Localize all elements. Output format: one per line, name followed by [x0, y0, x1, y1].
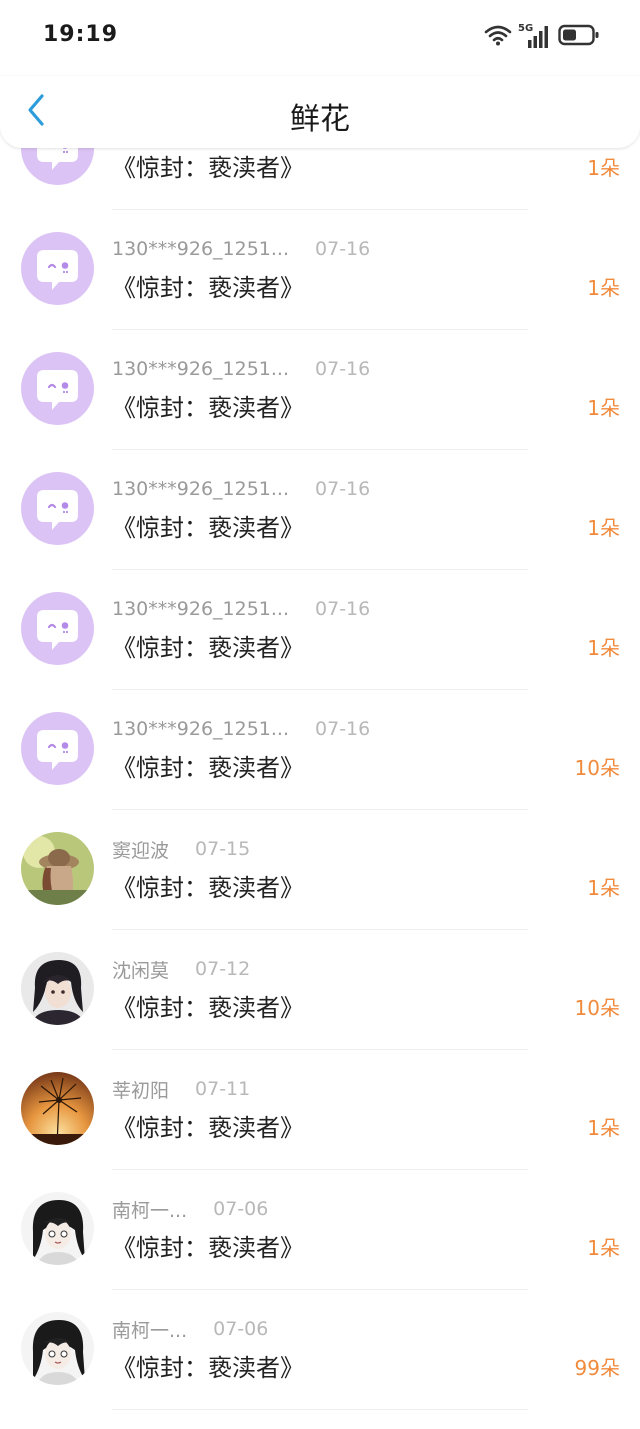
list-item[interactable]: 130***926_1251... 07-16 《惊封：亵渎者》 10朵	[0, 690, 640, 810]
record-date: 07-16	[315, 598, 371, 620]
book-title[interactable]: 《惊封：亵渎者》	[112, 148, 304, 183]
book-title[interactable]: 《惊封：亵渎者》	[112, 748, 304, 783]
status-bar: 19:19 5G	[0, 0, 640, 76]
record-date: 07-15	[195, 838, 251, 860]
page-title: 鲜花	[290, 102, 350, 137]
record-date: 07-06	[213, 1198, 269, 1220]
record-meta: 130***926_1251... 07-16	[112, 356, 370, 382]
book-title[interactable]: 《惊封：亵渎者》	[112, 988, 304, 1023]
status-icons: 5G	[484, 22, 600, 52]
flower-count: 10朵	[574, 996, 620, 1020]
user-name[interactable]: 莘初阳	[112, 1076, 169, 1103]
flower-count: 1朵	[587, 276, 620, 300]
list-item[interactable]: 南柯一... 07-06 《惊封：亵渎者》 99朵	[0, 1290, 640, 1410]
list-item[interactable]: 130***926_1251... 07-16 《惊封：亵渎者》 1朵	[0, 210, 640, 330]
record-date: 07-16	[315, 718, 371, 740]
record-meta: 沈闲莫 07-12	[112, 956, 250, 982]
list-item[interactable]: 窦迎波 07-15 《惊封：亵渎者》 1朵	[0, 810, 640, 930]
book-title[interactable]: 《惊封：亵渎者》	[112, 628, 304, 663]
avatar[interactable]	[21, 712, 94, 785]
record-meta: 窦迎波 07-15	[112, 836, 250, 862]
record-date: 07-11	[195, 1078, 251, 1100]
book-title[interactable]: 《惊封：亵渎者》	[112, 1108, 304, 1143]
user-name[interactable]: 130***926_1251...	[112, 478, 289, 500]
record-date: 07-16	[315, 358, 371, 380]
user-name[interactable]: 130***926_1251...	[112, 598, 289, 620]
nav-bar: 鲜花	[0, 76, 640, 148]
flower-count: 99朵	[574, 1356, 620, 1380]
record-meta: 130***926_1251... 07-16	[112, 596, 370, 622]
record-meta: 130***926_1251... 07-16	[112, 236, 370, 262]
user-name[interactable]: 130***926_1251...	[112, 238, 289, 260]
avatar[interactable]	[21, 352, 94, 425]
flower-count: 1朵	[587, 1236, 620, 1260]
record-date: 07-12	[195, 958, 251, 980]
list-item[interactable]: 130***926_1251... 07-16 《惊封：亵渎者》 1朵	[0, 450, 640, 570]
book-title[interactable]: 《惊封：亵渎者》	[112, 1348, 304, 1383]
flower-count: 1朵	[587, 636, 620, 660]
flower-count: 1朵	[587, 516, 620, 540]
record-date: 07-16	[315, 238, 371, 260]
record-date: 07-06	[213, 1318, 269, 1340]
signal-icon: 5G	[518, 24, 552, 50]
avatar[interactable]	[21, 952, 94, 1025]
avatar[interactable]	[21, 1312, 94, 1385]
avatar[interactable]	[21, 592, 94, 665]
status-time: 19:19	[43, 22, 119, 47]
battery-icon	[558, 24, 600, 50]
flower-count: 10朵	[574, 756, 620, 780]
record-meta: 130***926_1251... 07-16	[112, 476, 370, 502]
user-name[interactable]: 沈闲莫	[112, 956, 169, 983]
list-item[interactable]: 130***926_1251... 07-16 《惊封：亵渎者》 1朵	[0, 570, 640, 690]
flower-count: 1朵	[587, 1116, 620, 1140]
avatar[interactable]	[21, 472, 94, 545]
record-meta: 莘初阳 07-11	[112, 1076, 250, 1102]
flower-record-list[interactable]: 《惊封：亵渎者》 1朵 130***926_1251... 07-16 《惊封：亵渎者》…	[0, 90, 640, 1410]
book-title[interactable]: 《惊封：亵渎者》	[112, 1228, 304, 1263]
book-title[interactable]: 《惊封：亵渎者》	[112, 508, 304, 543]
user-name[interactable]: 南柯一...	[112, 1316, 187, 1343]
wifi-icon	[484, 24, 512, 50]
record-meta: 南柯一... 07-06	[112, 1316, 268, 1342]
list-item[interactable]: 莘初阳 07-11 《惊封：亵渎者》 1朵	[0, 1050, 640, 1170]
user-name[interactable]: 窦迎波	[112, 836, 169, 863]
book-title[interactable]: 《惊封：亵渎者》	[112, 868, 304, 903]
list-item[interactable]: 沈闲莫 07-12 《惊封：亵渎者》 10朵	[0, 930, 640, 1050]
user-name[interactable]: 130***926_1251...	[112, 358, 289, 380]
list-item[interactable]: 南柯一... 07-06 《惊封：亵渎者》 1朵	[0, 1170, 640, 1290]
book-title[interactable]: 《惊封：亵渎者》	[112, 268, 304, 303]
avatar[interactable]	[21, 232, 94, 305]
book-title[interactable]: 《惊封：亵渎者》	[112, 388, 304, 423]
record-meta: 南柯一... 07-06	[112, 1196, 268, 1222]
user-name[interactable]: 南柯一...	[112, 1196, 187, 1223]
flower-count: 1朵	[587, 876, 620, 900]
flower-count: 1朵	[587, 396, 620, 420]
avatar[interactable]	[21, 1192, 94, 1265]
record-date: 07-16	[315, 478, 371, 500]
list-item[interactable]: 130***926_1251... 07-16 《惊封：亵渎者》 1朵	[0, 330, 640, 450]
record-meta: 130***926_1251... 07-16	[112, 716, 370, 742]
divider	[112, 1409, 528, 1410]
user-name[interactable]: 130***926_1251...	[112, 718, 289, 740]
avatar[interactable]	[21, 1072, 94, 1145]
avatar[interactable]	[21, 832, 94, 905]
flower-count: 1朵	[587, 156, 620, 180]
